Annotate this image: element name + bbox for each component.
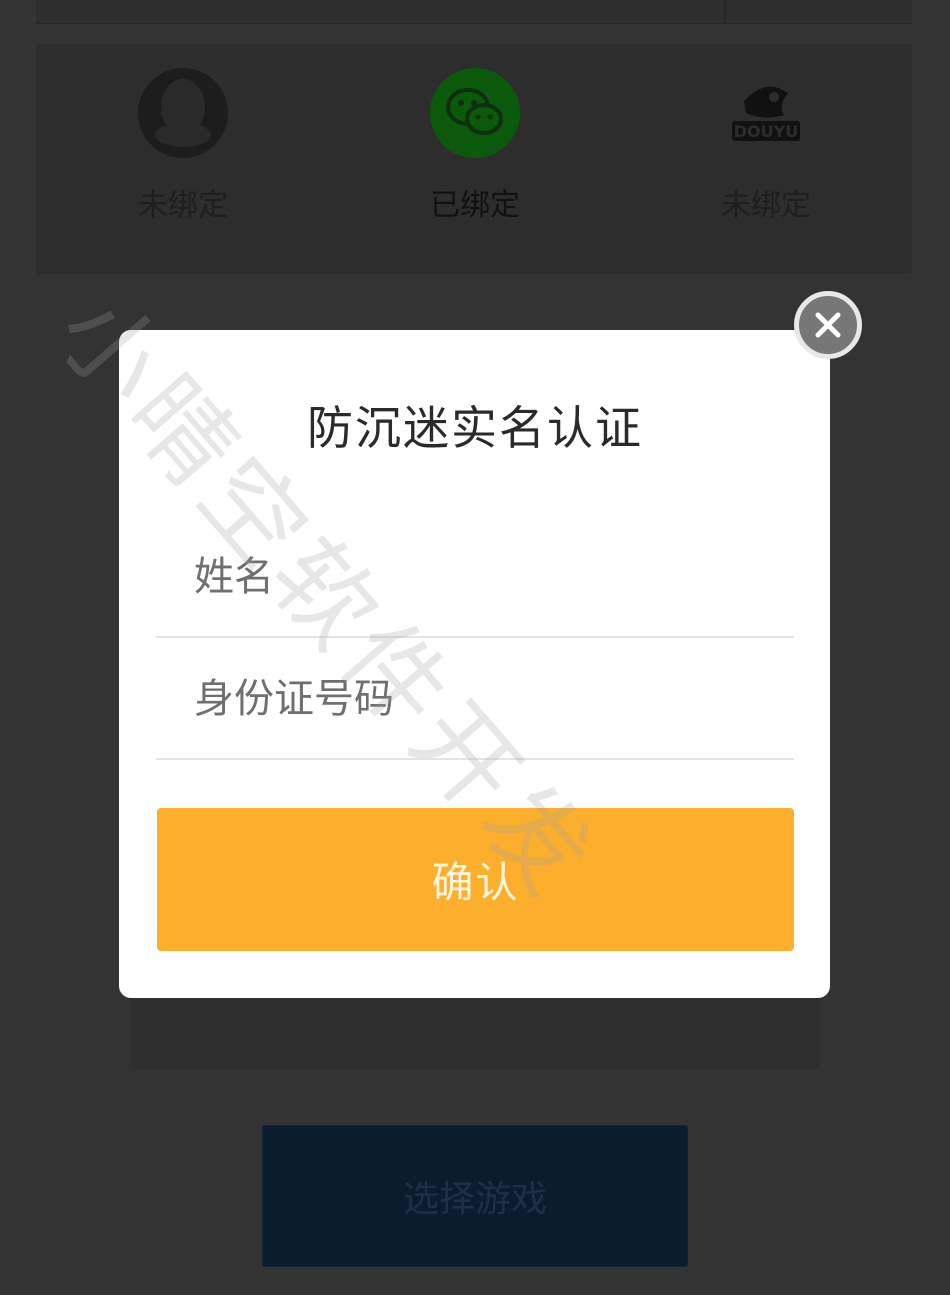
wechat-binding-status: 已绑定 (430, 188, 520, 223)
close-button[interactable] (794, 291, 862, 359)
qq-binding[interactable]: 未绑定 (103, 68, 263, 224)
douyu-logo-icon: DOUYU (721, 68, 811, 158)
account-binding-card: 未绑定 已绑定 DOUYU 未绑定 (36, 44, 912, 274)
name-field (156, 518, 794, 638)
wechat-icon (430, 68, 520, 158)
top-strip (36, 0, 912, 24)
page: 未绑定 已绑定 DOUYU 未绑定 选择游戏 防沉迷实名认证 姓名 身份证号码 … (0, 0, 950, 1295)
id-number-field (156, 640, 794, 760)
qq-penguin-icon (138, 68, 228, 158)
select-game-button[interactable]: 选择游戏 (262, 1125, 688, 1267)
id-number-input[interactable] (194, 640, 774, 758)
svg-text:DOUYU: DOUYU (734, 122, 798, 141)
top-strip-divider (724, 0, 726, 24)
confirm-button[interactable]: 确认 (157, 808, 794, 951)
dialog-title: 防沉迷实名认证 (307, 401, 643, 455)
close-icon (815, 312, 841, 338)
name-input[interactable] (194, 518, 774, 636)
douyu-binding[interactable]: DOUYU 未绑定 (686, 68, 846, 224)
wechat-binding[interactable]: 已绑定 (395, 68, 555, 224)
qq-binding-status: 未绑定 (138, 188, 228, 223)
douyu-binding-status: 未绑定 (721, 188, 811, 223)
